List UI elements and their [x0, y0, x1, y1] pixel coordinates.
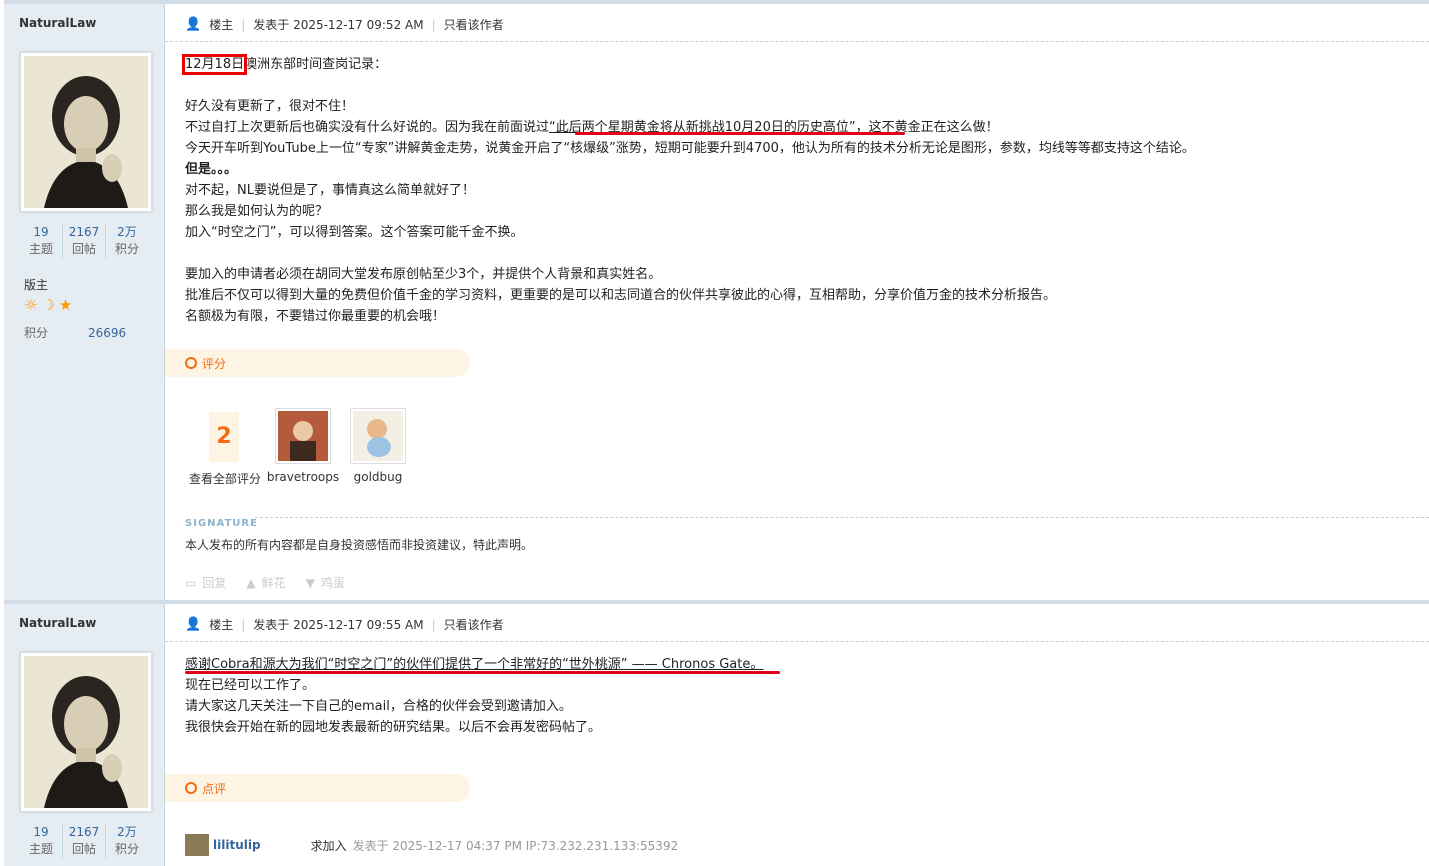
- stat-credits[interactable]: 2万 积分: [106, 224, 148, 258]
- author-name[interactable]: NaturalLaw: [19, 16, 96, 30]
- signature-label: SIGNATURE: [185, 518, 258, 529]
- rating-count[interactable]: 2: [209, 412, 239, 462]
- thumb-up-icon: ▲: [246, 575, 256, 590]
- star-icon: ★: [58, 296, 77, 314]
- date-highlight: 12月18日: [181, 54, 248, 75]
- avatar-image: [24, 656, 148, 808]
- stat-credits[interactable]: 2万 积分: [106, 824, 148, 858]
- signature-text: 本人发布的所有内容都是自身投资感悟而非投资建议，特此声明。: [185, 538, 534, 552]
- circle-icon: [185, 782, 197, 794]
- post-2: NaturalLaw 19 主题 2167 回帖 2万 积分 👤 楼主 | 发表于 2…: [4, 600, 1429, 866]
- post-info: 👤 楼主 | 发表于 2025-12-17 09:55 AM | 只看该作者: [185, 616, 504, 633]
- credit-row: 积分 26696: [24, 326, 127, 340]
- user-icon: 👤: [185, 17, 202, 32]
- post-main: 👤 楼主 | 发表于 2025-12-17 09:52 AM | 只看该作者 1…: [165, 4, 1429, 600]
- rater-1[interactable]: bravetroops: [263, 408, 343, 484]
- egg-button[interactable]: ▼ 鸡蛋: [306, 574, 345, 591]
- post-info: 👤 楼主 | 发表于 2025-12-17 09:52 AM | 只看该作者: [185, 16, 504, 33]
- circle-icon: [185, 357, 197, 369]
- flower-button[interactable]: ▲ 鲜花: [246, 574, 285, 591]
- post-time: 发表于 2025-12-17 09:55 AM: [253, 618, 424, 632]
- reply-button[interactable]: ▭ 回复: [185, 574, 226, 591]
- thumb-down-icon: ▼: [305, 575, 315, 590]
- user-icon: 👤: [185, 617, 202, 632]
- author-name[interactable]: NaturalLaw: [19, 616, 96, 630]
- avatar[interactable]: [20, 652, 152, 812]
- view-all-ratings-link[interactable]: 查看全部评分: [189, 470, 261, 487]
- stat-replies[interactable]: 2167 回帖: [63, 224, 106, 258]
- divider: [165, 641, 1429, 642]
- rater-name[interactable]: goldbug: [338, 470, 418, 484]
- post-actions: ▭ 回复 ▲ 鲜花 ▼ 鸡蛋: [185, 574, 345, 591]
- stat-replies[interactable]: 2167 回帖: [63, 824, 106, 858]
- divider: [165, 41, 1429, 42]
- comment-text: 求加入: [310, 838, 347, 853]
- stat-threads[interactable]: 19 主题: [20, 824, 63, 858]
- author-stats: 19 主题 2167 回帖 2万 积分: [20, 224, 148, 258]
- only-author-link[interactable]: 只看该作者: [444, 16, 504, 33]
- post-main: 👤 楼主 | 发表于 2025-12-17 09:55 AM | 只看该作者 感…: [165, 604, 1429, 866]
- avatar-image: [24, 56, 148, 208]
- floor-label: 楼主: [209, 618, 234, 632]
- post-content: 感谢Cobra和源大为我们“时空之门”的伙伴们提供了一个非常好的“世外桃源” —…: [185, 654, 763, 738]
- rating-label[interactable]: 评分: [202, 355, 226, 372]
- rating-bar: 评分: [165, 349, 470, 377]
- user-group: 版主: [24, 278, 49, 292]
- stat-threads[interactable]: 19 主题: [20, 224, 63, 258]
- rank-icons: ☼☽★: [24, 296, 76, 314]
- author-sidebar: NaturalLaw 19 主题 2167 回帖 2万 积分: [4, 604, 165, 866]
- rater-2[interactable]: goldbug: [338, 408, 418, 484]
- author-sidebar: NaturalLaw 19 主题 2167 回帖 2万 积分 版主 ☼☽★ 积分 266…: [4, 4, 165, 600]
- red-underline-annotation: [575, 132, 905, 135]
- credit-value: 26696: [88, 326, 127, 340]
- sun-icon: ☼: [24, 296, 42, 314]
- rater-avatar: [278, 411, 328, 461]
- post-1: NaturalLaw 19 主题 2167 回帖 2万 积分 版主 ☼☽★ 积分 266…: [4, 0, 1429, 600]
- reply-icon: ▭: [185, 575, 197, 590]
- comment-meta: 发表于 2025-12-17 04:37 PM IP:73.232.231.13…: [352, 838, 679, 853]
- rater-name[interactable]: bravetroops: [263, 470, 343, 484]
- only-author-link[interactable]: 只看该作者: [444, 616, 504, 633]
- commenter-name[interactable]: lilitulip: [213, 838, 261, 852]
- avatar[interactable]: [20, 52, 152, 212]
- floor-label: 楼主: [209, 18, 234, 32]
- author-stats: 19 主题 2167 回帖 2万 积分: [20, 824, 148, 858]
- comment-row: lilitulip 求加入 发表于 2025-12-17 04:37 PM IP…: [185, 834, 678, 856]
- rater-avatar: [353, 411, 403, 461]
- comment-bar: 点评: [165, 774, 470, 802]
- moon-icon: ☽: [41, 296, 59, 314]
- commenter-avatar[interactable]: [185, 834, 209, 856]
- divider: [255, 517, 1429, 518]
- post-content: 12月18日澳洲东部时间查岗记录： 好久没有更新了，很对不住！ 不过自打上次更新…: [181, 54, 1195, 324]
- red-underline-annotation: [185, 671, 780, 674]
- post-time: 发表于 2025-12-17 09:52 AM: [253, 18, 424, 32]
- comment-label[interactable]: 点评: [202, 780, 226, 797]
